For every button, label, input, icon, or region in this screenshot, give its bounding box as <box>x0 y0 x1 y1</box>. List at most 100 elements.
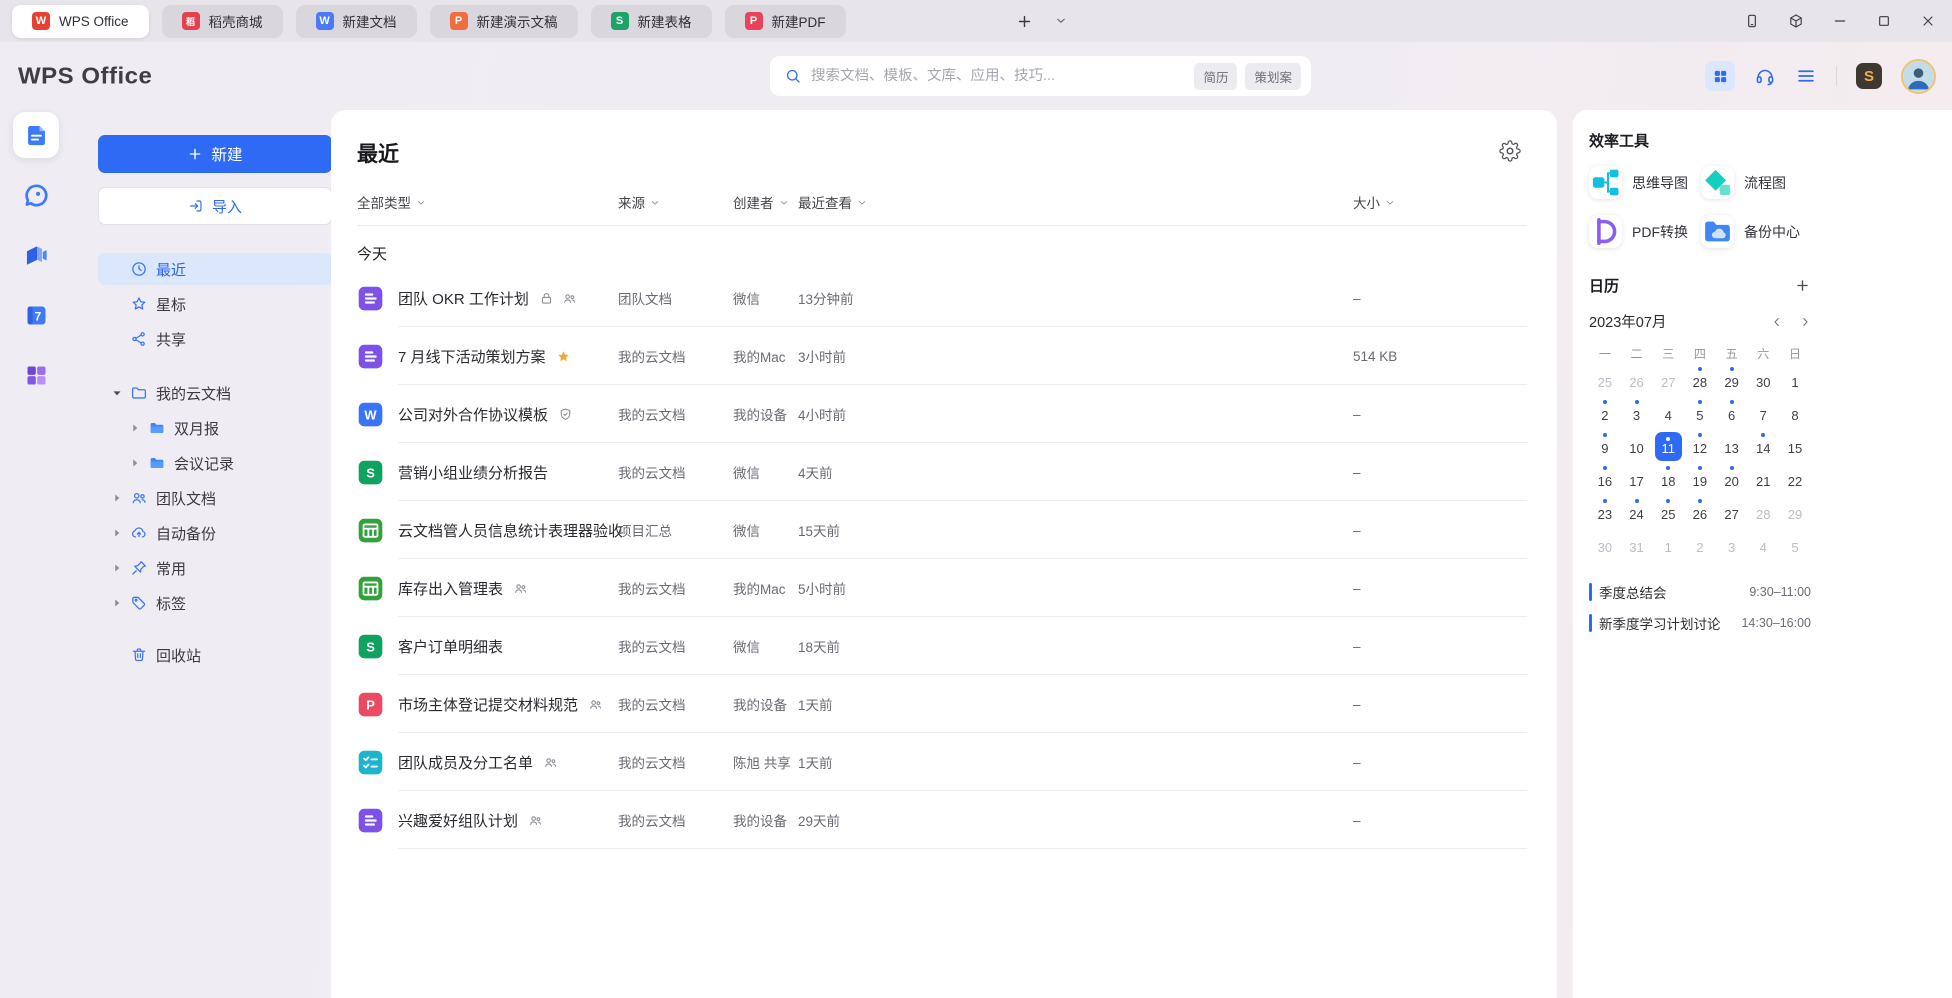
calendar-day[interactable]: 20 <box>1716 463 1748 496</box>
tab-list-chevron-icon[interactable] <box>1055 15 1067 27</box>
file-row[interactable]: 库存出入管理表我的云文档我的Mac5小时前– <box>331 559 1557 617</box>
calendar-day[interactable]: 6 <box>1716 397 1748 430</box>
calendar-day[interactable]: 3 <box>1716 529 1748 562</box>
calendar-day[interactable]: 23 <box>1589 496 1621 529</box>
file-row[interactable]: 7 月线下活动策划方案我的云文档我的Mac3小时前514 KB <box>331 327 1557 385</box>
calendar-day[interactable]: 27 <box>1716 496 1748 529</box>
sidebar-item-星标[interactable]: 星标 <box>98 288 332 320</box>
file-row[interactable]: 团队 OKR 工作计划团队文档微信13分钟前– <box>331 269 1557 327</box>
file-row[interactable]: S营销小组业绩分析报告我的云文档微信4天前– <box>331 443 1557 501</box>
calendar-next-icon[interactable] <box>1799 316 1811 328</box>
event-item[interactable]: 新季度学习计划讨论14:30–16:00 <box>1589 610 1811 636</box>
calendar-day[interactable]: 14 <box>1747 430 1779 463</box>
calendar-day[interactable]: 8 <box>1779 397 1811 430</box>
gear-icon[interactable] <box>1499 140 1521 162</box>
caret-down-icon[interactable] <box>110 386 124 400</box>
calendar-day[interactable]: 31 <box>1621 529 1653 562</box>
calendar-day[interactable]: 3 <box>1621 397 1653 430</box>
filter-创建者[interactable]: 创建者 <box>733 192 798 212</box>
file-row[interactable]: 兴趣爱好组队计划我的云文档我的设备29天前– <box>331 791 1557 849</box>
tool-思维导图[interactable]: 思维导图 <box>1589 166 1701 199</box>
search-input[interactable] <box>811 68 1194 84</box>
calendar-day[interactable]: 11 <box>1652 430 1684 463</box>
calendar-day[interactable]: 21 <box>1747 463 1779 496</box>
sidebar-item-共享[interactable]: 共享 <box>98 323 332 355</box>
calendar-day[interactable]: 5 <box>1684 397 1716 430</box>
file-row[interactable]: P市场主体登记提交材料规范我的云文档我的设备1天前– <box>331 675 1557 733</box>
new-tab-button[interactable] <box>1016 13 1033 30</box>
calendar-day[interactable]: 30 <box>1589 529 1621 562</box>
calendar-day[interactable]: 30 <box>1747 364 1779 397</box>
add-event-icon[interactable] <box>1794 277 1811 294</box>
calendar-day[interactable]: 15 <box>1779 430 1811 463</box>
calendar-day[interactable]: 2 <box>1684 529 1716 562</box>
caret-right-icon[interactable] <box>110 596 124 610</box>
search-bar[interactable]: 简历策划案 <box>770 56 1311 96</box>
close-icon[interactable] <box>1920 13 1936 29</box>
calendar-day[interactable]: 4 <box>1652 397 1684 430</box>
rail-item-meetings[interactable] <box>13 232 59 278</box>
rail-item-messages[interactable] <box>13 172 59 218</box>
rail-item-calendar[interactable]: 7 <box>13 292 59 338</box>
tool-备份中心[interactable]: 备份中心 <box>1701 215 1811 248</box>
calendar-day[interactable]: 18 <box>1652 463 1684 496</box>
calendar-prev-icon[interactable] <box>1771 316 1783 328</box>
calendar-day[interactable]: 26 <box>1684 496 1716 529</box>
search-tag[interactable]: 简历 <box>1194 63 1237 90</box>
filter-最近查看[interactable]: 最近查看 <box>798 192 1353 212</box>
caret-right-icon[interactable] <box>110 491 124 505</box>
calendar-day[interactable]: 7 <box>1747 397 1779 430</box>
filter-大小[interactable]: 大小 <box>1353 192 1527 212</box>
caret-right-icon[interactable] <box>110 561 124 575</box>
calendar-day[interactable]: 29 <box>1716 364 1748 397</box>
calendar-day[interactable]: 12 <box>1684 430 1716 463</box>
file-row[interactable]: S客户订单明细表我的云文档微信18天前– <box>331 617 1557 675</box>
calendar-day[interactable]: 10 <box>1621 430 1653 463</box>
calendar-day[interactable]: 4 <box>1747 529 1779 562</box>
calendar-day[interactable]: 17 <box>1621 463 1653 496</box>
caret-right-icon[interactable] <box>110 526 124 540</box>
calendar-day[interactable]: 27 <box>1652 364 1684 397</box>
avatar[interactable] <box>1901 59 1936 94</box>
calendar-day[interactable]: 24 <box>1621 496 1653 529</box>
rail-item-apps[interactable] <box>13 352 59 398</box>
tool-PDF转换[interactable]: PDF转换 <box>1589 215 1701 248</box>
calendar-day[interactable]: 13 <box>1716 430 1748 463</box>
caret-right-icon[interactable] <box>128 456 142 470</box>
sidebar-item-最近[interactable]: 最近 <box>98 253 332 285</box>
import-button[interactable]: 导入 <box>98 187 332 225</box>
tab-spreadsheet[interactable]: S新建表格 <box>591 5 712 38</box>
rail-item-documents[interactable] <box>13 112 59 158</box>
file-row[interactable]: 团队成员及分工名单我的云文档陈旭 共享1天前– <box>331 733 1557 791</box>
calendar-day[interactable]: 26 <box>1621 364 1653 397</box>
calendar-day[interactable]: 25 <box>1652 496 1684 529</box>
menu-icon[interactable] <box>1795 65 1817 87</box>
new-button[interactable]: 新建 <box>98 135 332 173</box>
sidebar-item-常用[interactable]: 常用 <box>98 552 332 584</box>
calendar-day[interactable]: 28 <box>1684 364 1716 397</box>
calendar-day[interactable]: 5 <box>1779 529 1811 562</box>
sidebar-item-回收站[interactable]: 回收站 <box>98 639 332 671</box>
sidebar-item-双月报[interactable]: 双月报 <box>98 412 332 444</box>
calendar-day[interactable]: 16 <box>1589 463 1621 496</box>
calendar-day[interactable]: 22 <box>1779 463 1811 496</box>
calendar-day[interactable]: 1 <box>1652 529 1684 562</box>
sidebar-item-标签[interactable]: 标签 <box>98 587 332 619</box>
calendar-day[interactable]: 9 <box>1589 430 1621 463</box>
tab-wps[interactable]: WWPS Office <box>12 5 149 38</box>
sidebar-item-会议记录[interactable]: 会议记录 <box>98 447 332 479</box>
calendar-day[interactable]: 25 <box>1589 364 1621 397</box>
file-row[interactable]: W公司对外合作协议模板我的云文档我的设备4小时前– <box>331 385 1557 443</box>
event-item[interactable]: 季度总结会9:30–11:00 <box>1589 579 1811 605</box>
filter-全部类型[interactable]: 全部类型 <box>357 192 618 212</box>
sidebar-item-自动备份[interactable]: 自动备份 <box>98 517 332 549</box>
sidebar-item-我的云文档[interactable]: 我的云文档 <box>98 377 332 409</box>
calendar-day[interactable]: 28 <box>1747 496 1779 529</box>
tab-presentation[interactable]: P新建演示文稿 <box>430 5 578 38</box>
calendar-day[interactable]: 2 <box>1589 397 1621 430</box>
package-icon[interactable] <box>1788 13 1804 29</box>
minimize-icon[interactable] <box>1832 13 1848 29</box>
mobile-icon[interactable] <box>1744 13 1760 29</box>
tab-pdf[interactable]: P新建PDF <box>725 5 846 38</box>
filter-来源[interactable]: 来源 <box>618 192 733 212</box>
